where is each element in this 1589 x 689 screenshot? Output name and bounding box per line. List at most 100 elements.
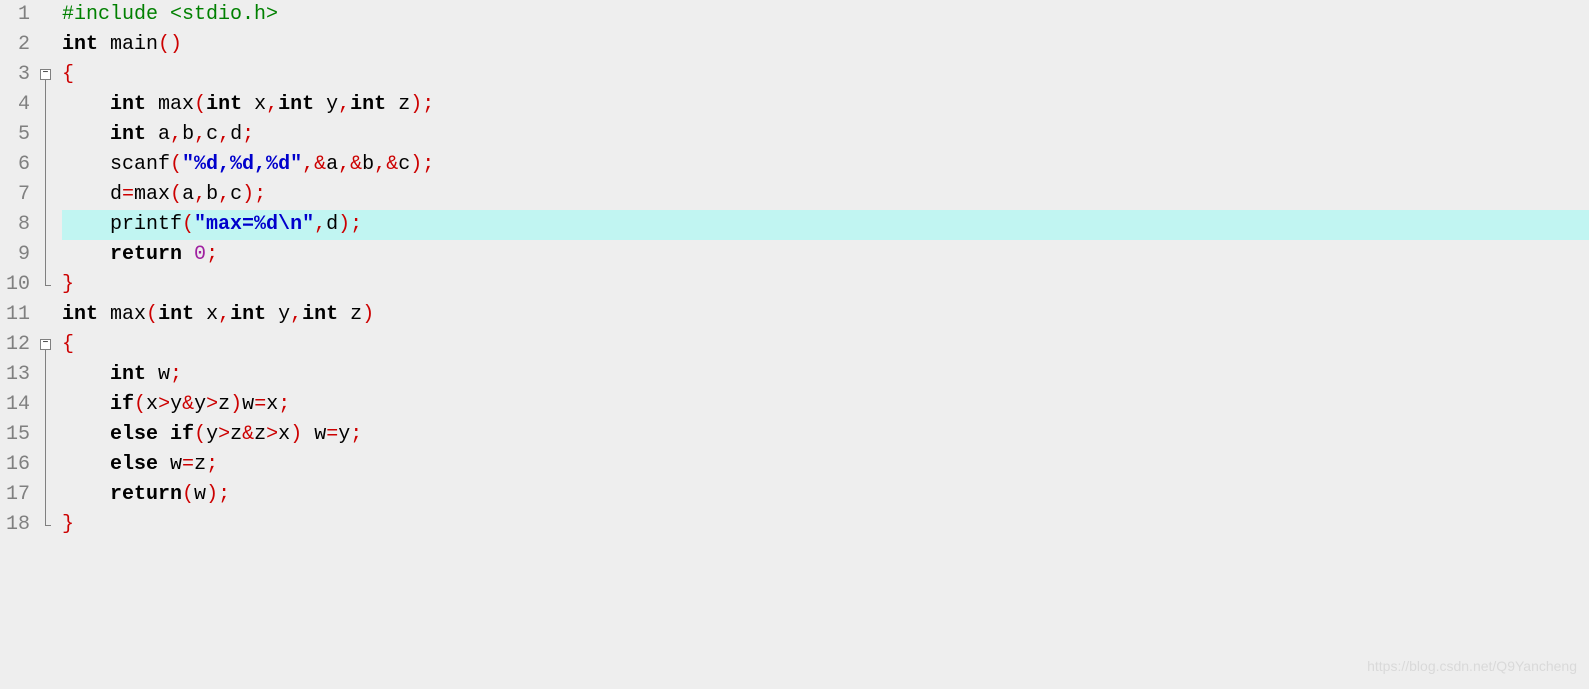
code-token: , <box>302 153 314 176</box>
code-token: ( <box>170 153 182 176</box>
code-token: x <box>278 423 290 446</box>
code-line[interactable]: int w; <box>62 360 1589 390</box>
code-token: z <box>254 423 266 446</box>
code-line[interactable]: if(x>y&y>z)w=x; <box>62 390 1589 420</box>
code-token: , <box>194 183 206 206</box>
code-line[interactable]: } <box>62 270 1589 300</box>
code-token: max <box>110 303 146 326</box>
fold-toggle-icon[interactable] <box>40 339 51 350</box>
code-token: ; <box>170 363 182 386</box>
fold-end-icon <box>45 525 51 526</box>
code-token: ); <box>410 153 434 176</box>
code-line[interactable]: int max(int x,int y,int z) <box>62 300 1589 330</box>
code-token: } <box>62 513 74 536</box>
code-token: , <box>218 303 230 326</box>
line-number: 11 <box>0 300 30 330</box>
code-token: { <box>62 333 74 356</box>
code-token: , <box>218 123 230 146</box>
code-line[interactable]: { <box>62 60 1589 90</box>
code-token: x <box>146 393 158 416</box>
line-number: 9 <box>0 240 30 270</box>
code-token: ( <box>194 93 206 116</box>
code-line[interactable]: d=max(a,b,c); <box>62 180 1589 210</box>
line-number: 13 <box>0 360 30 390</box>
code-token: b <box>206 183 218 206</box>
code-token: else <box>110 423 158 446</box>
line-number: 12 <box>0 330 30 360</box>
code-token: z <box>218 393 230 416</box>
code-token: = <box>326 423 338 446</box>
code-token: , <box>266 93 278 116</box>
code-line[interactable]: #include <stdio.h> <box>62 0 1589 30</box>
code-token <box>62 423 110 446</box>
code-area[interactable]: #include <stdio.h>int main(){ int max(in… <box>56 0 1589 689</box>
code-token: ( <box>194 423 206 446</box>
code-token: w <box>146 363 170 386</box>
code-line[interactable]: return(w); <box>62 480 1589 510</box>
line-number: 15 <box>0 420 30 450</box>
code-line[interactable]: printf("max=%d\n",d); <box>62 210 1589 240</box>
code-token: ) <box>230 393 242 416</box>
code-token: y <box>266 303 290 326</box>
code-token: > <box>158 393 170 416</box>
code-line[interactable]: else if(y>z&z>x) w=y; <box>62 420 1589 450</box>
code-token <box>182 243 194 266</box>
code-token: z <box>338 303 362 326</box>
code-token: ); <box>242 183 266 206</box>
code-token: a <box>326 153 338 176</box>
code-token: int <box>110 93 146 116</box>
code-token <box>98 33 110 56</box>
code-token: , <box>374 153 386 176</box>
code-line[interactable]: scanf("%d,%d,%d",&a,&b,&c); <box>62 150 1589 180</box>
code-token: , <box>170 123 182 146</box>
code-token <box>62 153 110 176</box>
line-number: 5 <box>0 120 30 150</box>
code-line[interactable]: int max(int x,int y,int z); <box>62 90 1589 120</box>
code-token: "%d,%d,%d" <box>182 153 302 176</box>
code-token: return <box>110 483 182 506</box>
code-token: = <box>254 393 266 416</box>
code-token: y <box>206 423 218 446</box>
code-token: w <box>242 393 254 416</box>
code-token: return <box>110 243 182 266</box>
code-token: 0 <box>194 243 206 266</box>
code-editor[interactable]: 123456789101112131415161718 #include <st… <box>0 0 1589 689</box>
code-token: x <box>242 93 266 116</box>
code-token: max <box>134 183 170 206</box>
code-token: > <box>206 393 218 416</box>
code-token: & <box>242 423 254 446</box>
code-token: max <box>158 93 194 116</box>
code-token: y <box>170 393 182 416</box>
code-line[interactable]: { <box>62 330 1589 360</box>
code-token: > <box>218 423 230 446</box>
code-token <box>62 393 110 416</box>
code-token: & <box>386 153 398 176</box>
code-token: ) <box>290 423 302 446</box>
code-token: > <box>266 423 278 446</box>
code-token: , <box>338 153 350 176</box>
code-line[interactable]: return 0; <box>62 240 1589 270</box>
line-number: 7 <box>0 180 30 210</box>
code-token <box>62 483 110 506</box>
code-token: z <box>230 423 242 446</box>
code-token: ; <box>350 423 362 446</box>
code-token: int <box>158 303 194 326</box>
code-token: y <box>314 93 338 116</box>
code-token: ); <box>410 93 434 116</box>
code-token: & <box>350 153 362 176</box>
code-line[interactable]: int a,b,c,d; <box>62 120 1589 150</box>
fold-toggle-icon[interactable] <box>40 69 51 80</box>
watermark-text: https://blog.csdn.net/Q9Yancheng <box>1367 651 1577 681</box>
code-token: b <box>182 123 194 146</box>
code-token <box>62 93 110 116</box>
code-token: ( <box>146 303 158 326</box>
line-number: 6 <box>0 150 30 180</box>
fold-end-icon <box>45 285 51 286</box>
code-token: #include <stdio.h> <box>62 3 278 26</box>
code-token: w <box>158 453 182 476</box>
code-line[interactable]: } <box>62 510 1589 540</box>
code-token: c <box>206 123 218 146</box>
code-token: , <box>218 183 230 206</box>
code-line[interactable]: else w=z; <box>62 450 1589 480</box>
code-line[interactable]: int main() <box>62 30 1589 60</box>
